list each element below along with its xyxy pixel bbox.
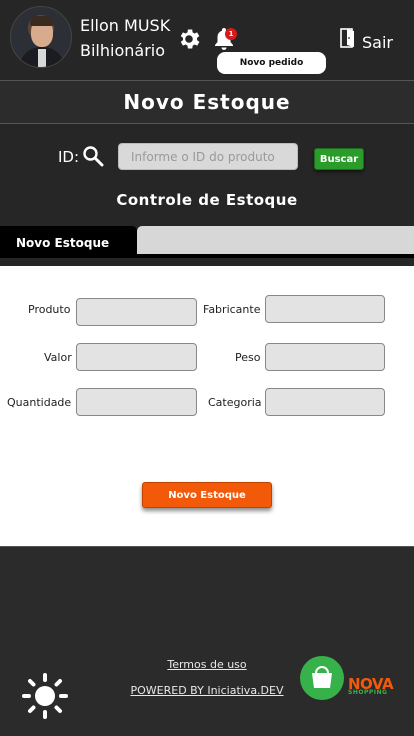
produto-label: Produto [28,303,71,316]
user-title: Bilhionário [80,41,165,60]
exit-button[interactable]: Sair [362,33,393,52]
categoria-label: Categoria [208,396,262,409]
stock-form: Produto Fabricante Valor Peso Quantidade… [0,266,414,546]
search-button[interactable]: Buscar [314,148,364,170]
quantidade-field[interactable] [76,388,197,416]
search-icon[interactable] [82,145,104,167]
fabricante-field[interactable] [265,295,385,323]
new-stock-button[interactable]: Novo Estoque [142,482,272,508]
product-id-input[interactable] [118,143,298,170]
tabs: Novo Estoque [0,226,414,266]
notification-badge: 1 [225,28,237,40]
logo-subtitle: SHOPPING [348,689,388,696]
valor-field[interactable] [76,343,197,371]
produto-field[interactable] [76,298,197,326]
terms-link[interactable]: Termos de uso [0,658,414,671]
fabricante-label: Fabricante [203,303,261,316]
top-header: Ellon MUSK Bilhionário 1 Novo pedido rec… [0,0,414,90]
title-bar: Novo Estoque [0,80,414,124]
gear-icon[interactable] [176,26,202,52]
door-icon[interactable] [340,28,356,48]
notification-toast[interactable]: Novo pedido recebido! [217,52,326,90]
quantidade-label: Quantidade [7,396,72,409]
search-area: ID: Buscar Controle de Estoque [0,124,414,226]
avatar[interactable] [10,6,72,68]
page-title: Novo Estoque [123,90,291,114]
tab-inactive[interactable] [137,226,414,254]
valor-label: Valor [44,351,72,364]
tab-novo-estoque[interactable]: Novo Estoque [0,226,137,256]
categoria-field[interactable] [265,388,385,416]
footer: Termos de uso POWERED BY Iniciativa.DEV … [0,546,414,736]
shopping-bag-icon [300,656,344,700]
section-title: Controle de Estoque [116,191,298,209]
user-name: Ellon MUSK [80,16,171,35]
peso-label: Peso [235,351,261,364]
id-label: ID: [58,148,80,166]
peso-field[interactable] [265,343,385,371]
